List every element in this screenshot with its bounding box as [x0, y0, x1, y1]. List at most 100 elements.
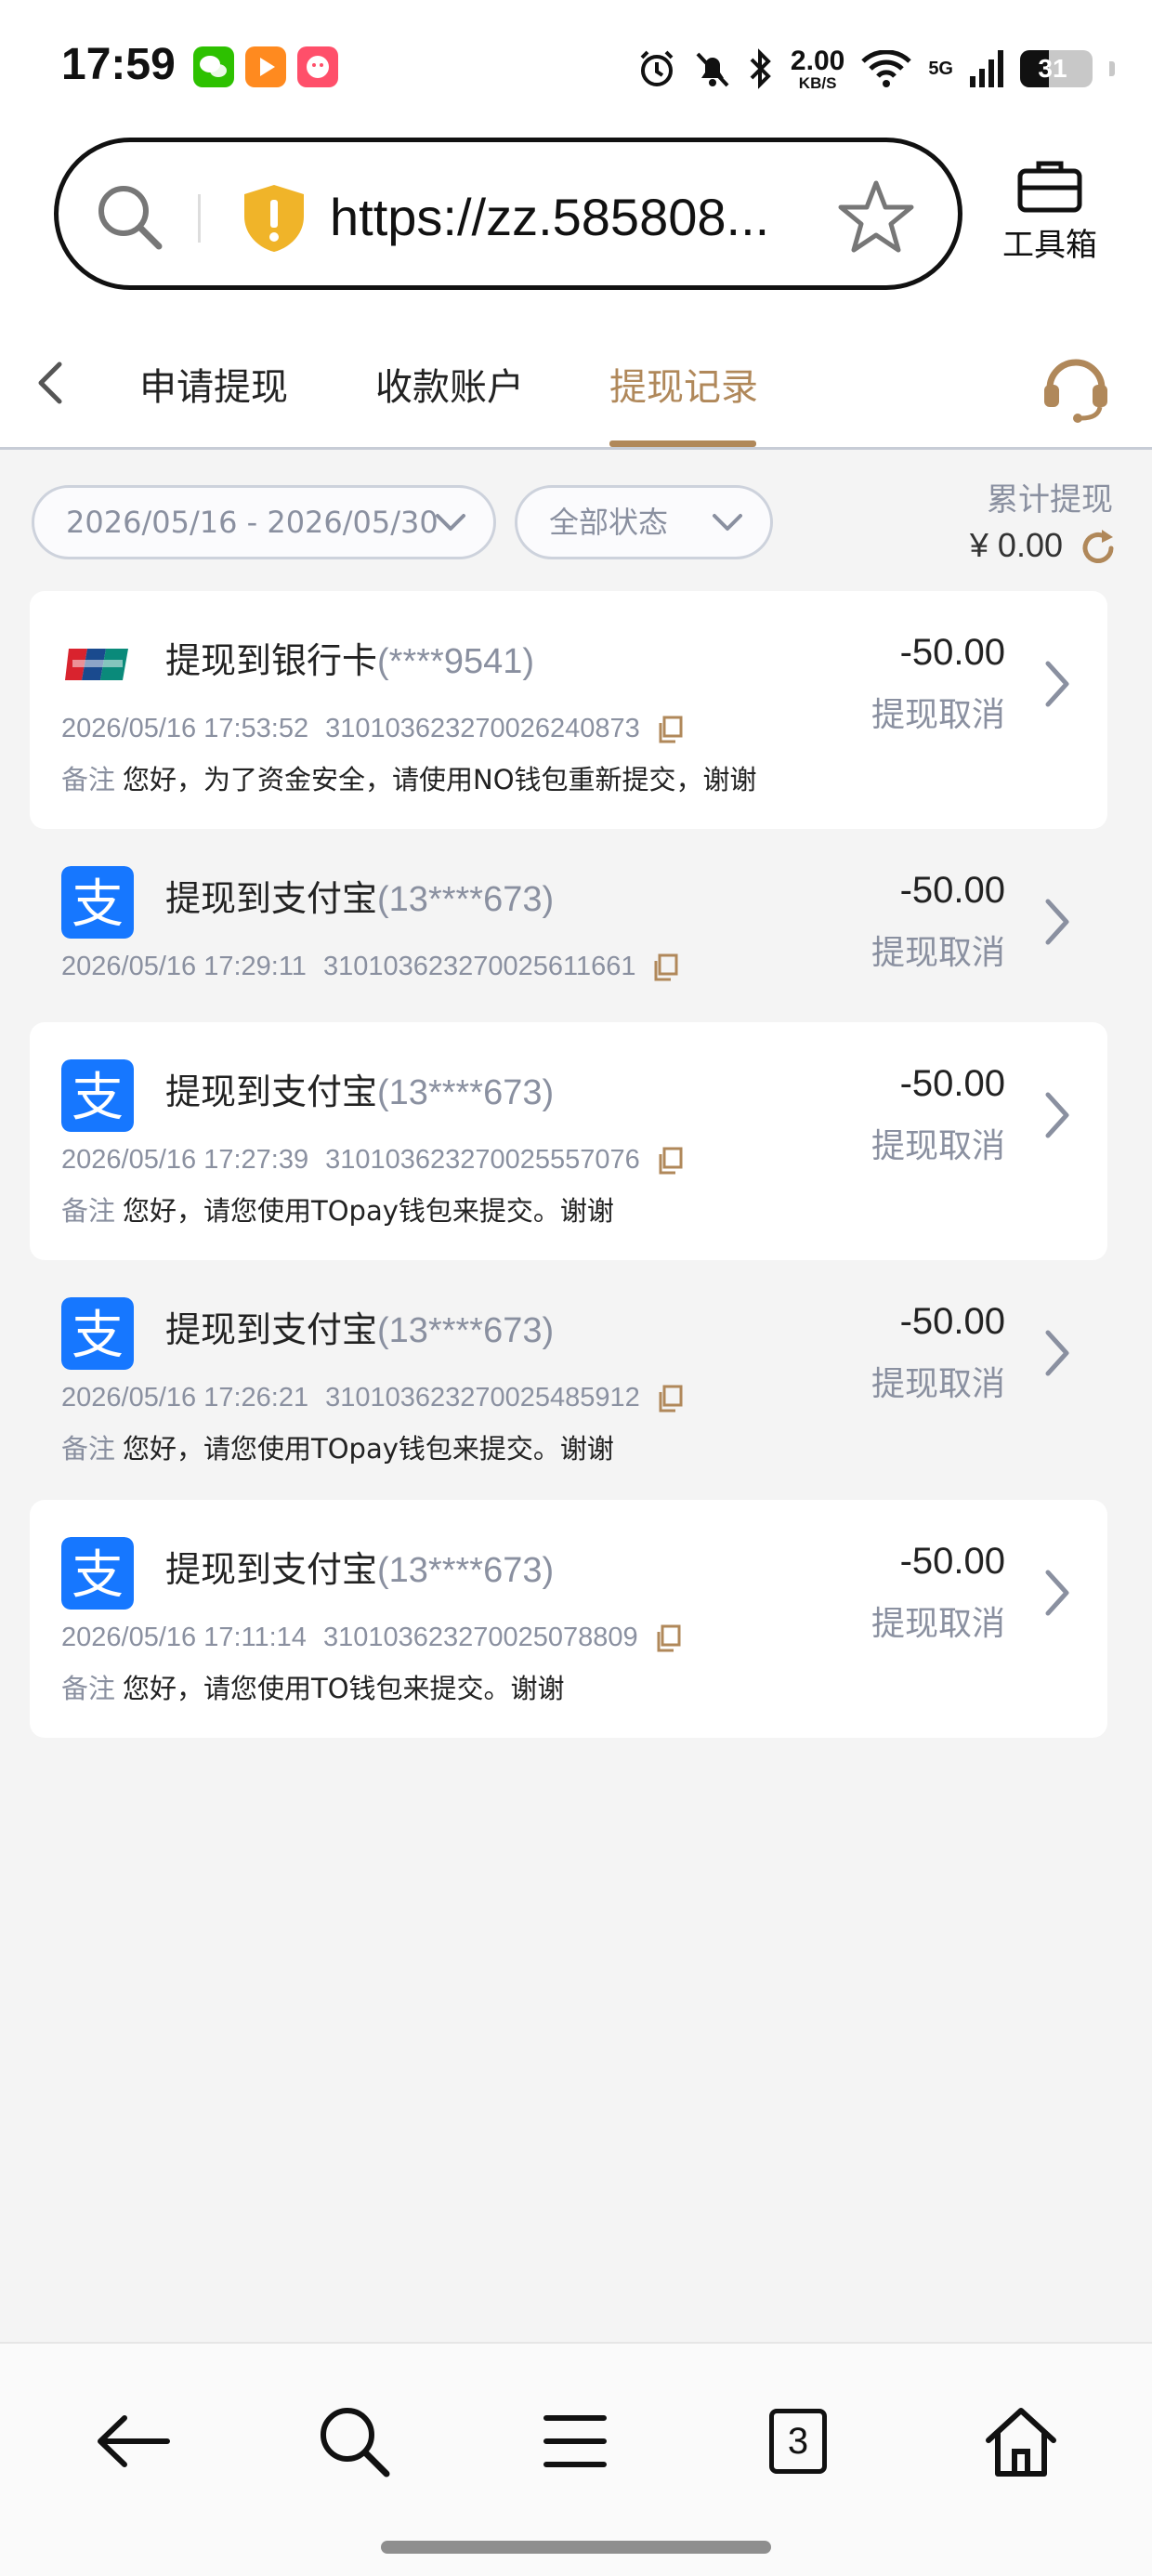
bluetooth-icon	[750, 48, 771, 89]
unionpay-icon	[61, 628, 134, 701]
wifi-icon	[861, 50, 912, 87]
url-bar[interactable]: https://zz.585808...	[54, 138, 962, 290]
bell-muted-icon	[696, 52, 729, 87]
record-amount: -50.00	[899, 1301, 1005, 1342]
customer-service-icon[interactable]	[1039, 349, 1113, 424]
record-status: 提现取消	[871, 1365, 1005, 1403]
record-order-no: 310103623270025485912	[325, 1383, 640, 1413]
refresh-icon[interactable]	[1078, 528, 1119, 569]
home-icon[interactable]	[979, 2399, 1063, 2483]
chevron-right-icon[interactable]	[1041, 894, 1074, 950]
net-speed: 2.00 KB/S	[790, 45, 845, 92]
record-title: 提现到支付宝(13****673)	[165, 1309, 555, 1350]
tab-withdraw-records[interactable]: 提现记录	[609, 357, 758, 450]
shield-warning-icon[interactable]	[241, 183, 308, 254]
record-item[interactable]: 提现到银行卡(****9541) 2026/05/16 17:53:52 310…	[30, 591, 1107, 829]
browser-bar: https://zz.585808... 工具箱	[0, 130, 1152, 316]
battery-icon: 31	[1020, 50, 1093, 87]
star-icon[interactable]	[837, 179, 915, 254]
record-note: 备注 您好，为了资金安全，请使用NO钱包重新提交，谢谢	[61, 764, 757, 795]
toolbox-label: 工具箱	[1002, 227, 1097, 264]
back-arrow-icon[interactable]	[91, 2399, 175, 2483]
copy-icon[interactable]	[655, 1624, 681, 1652]
record-amount: -50.00	[899, 870, 1005, 911]
copy-icon[interactable]	[657, 1147, 683, 1175]
video-app-icon	[245, 46, 286, 87]
alarm-icon	[640, 50, 674, 86]
record-meta: 2026/05/16 17:53:52 31010362327002624087…	[61, 714, 683, 744]
tab-count: 3	[769, 2409, 827, 2474]
record-time: 2026/05/16 17:53:52	[61, 714, 309, 743]
svg-text:支: 支	[72, 1306, 124, 1366]
record-item[interactable]: 支 提现到支付宝(13****673) 2026/05/16 17:29:11 …	[30, 829, 1107, 1022]
svg-text:支: 支	[72, 1068, 124, 1128]
record-status: 提现取消	[871, 1605, 1005, 1643]
back-chevron-icon[interactable]	[28, 357, 74, 409]
record-order-no: 310103623270026240873	[325, 714, 640, 743]
record-order-no: 310103623270025078809	[322, 1623, 638, 1652]
record-order-no: 310103623270025611661	[322, 952, 636, 981]
record-account: (****9541)	[377, 642, 535, 681]
record-item[interactable]: 支 提现到支付宝(13****673) 2026/05/16 17:11:14 …	[30, 1500, 1107, 1738]
svg-text:支: 支	[72, 874, 124, 935]
tabs-icon[interactable]: 3	[756, 2399, 840, 2483]
record-time: 2026/05/16 17:26:21	[61, 1383, 309, 1413]
copy-icon[interactable]	[652, 953, 678, 981]
record-item[interactable]: 支 提现到支付宝(13****673) 2026/05/16 17:27:39 …	[30, 1022, 1107, 1260]
copy-icon[interactable]	[657, 1385, 683, 1413]
alipay-icon: 支	[61, 1059, 134, 1132]
home-indicator[interactable]	[381, 2541, 771, 2554]
search-icon[interactable]	[92, 179, 166, 254]
wechat-icon	[193, 46, 234, 87]
chevron-right-icon[interactable]	[1041, 656, 1074, 712]
status-time: 17:59	[61, 40, 176, 89]
alipay-icon: 支	[61, 1537, 134, 1610]
record-order-no: 310103623270025557076	[325, 1145, 640, 1175]
toolbox-icon	[1017, 161, 1082, 213]
total-withdraw-label: 累计提现	[987, 481, 1113, 519]
record-status: 提现取消	[871, 934, 1005, 972]
record-item[interactable]: 支 提现到支付宝(13****673) 2026/05/16 17:26:21 …	[30, 1260, 1107, 1498]
record-account: (13****673)	[377, 880, 555, 919]
status-filter-text: 全部状态	[549, 505, 669, 540]
date-range-filter[interactable]: 2026/05/16 - 2026/05/30	[32, 485, 496, 559]
signal-label: 5G	[928, 58, 953, 79]
search-icon[interactable]	[312, 2399, 396, 2483]
menu-icon[interactable]	[533, 2399, 617, 2483]
record-status: 提现取消	[871, 1127, 1005, 1165]
record-status: 提现取消	[871, 696, 1005, 734]
date-range-text: 2026/05/16 - 2026/05/30	[66, 505, 439, 540]
record-title: 提现到支付宝(13****673)	[165, 878, 555, 919]
toolbox-button[interactable]: 工具箱	[994, 158, 1106, 279]
copy-icon[interactable]	[657, 716, 683, 743]
url-text[interactable]: https://zz.585808...	[330, 187, 859, 247]
record-time: 2026/05/16 17:11:14	[61, 1623, 307, 1652]
tab-apply-withdraw[interactable]: 申请提现	[139, 357, 288, 450]
tab-payee-account[interactable]: 收款账户	[375, 357, 524, 450]
active-tab-indicator	[609, 440, 756, 447]
record-note: 备注 您好，请您使用TO钱包来提交。谢谢	[61, 1673, 565, 1704]
record-meta: 2026/05/16 17:26:21 31010362327002548591…	[61, 1383, 683, 1413]
status-filter[interactable]: 全部状态	[515, 485, 773, 559]
chevron-down-icon	[436, 514, 465, 531]
tabs-bar: 申请提现 收款账户 提现记录	[0, 316, 1152, 450]
record-note: 备注 您好，请您使用TOpay钱包来提交。谢谢	[61, 1195, 614, 1227]
record-meta: 2026/05/16 17:27:39 31010362327002555707…	[61, 1145, 683, 1176]
record-account: (13****673)	[377, 1311, 555, 1350]
chevron-down-icon	[713, 514, 742, 531]
record-title: 提现到支付宝(13****673)	[165, 1549, 555, 1590]
record-meta: 2026/05/16 17:29:11 31010362327002561166…	[61, 952, 678, 982]
chevron-right-icon[interactable]	[1041, 1325, 1074, 1381]
record-note: 备注 您好，请您使用TOpay钱包来提交。谢谢	[61, 1433, 614, 1465]
total-withdraw-value: ¥ 0.00	[969, 526, 1063, 564]
status-bar: 17:59 2.00 KB/S 5G 31	[0, 0, 1152, 130]
alipay-icon: 支	[61, 1297, 134, 1370]
chevron-right-icon[interactable]	[1041, 1087, 1074, 1143]
record-amount: -50.00	[899, 632, 1005, 673]
chevron-right-icon[interactable]	[1041, 1565, 1074, 1621]
record-title: 提现到支付宝(13****673)	[165, 1071, 555, 1112]
record-amount: -50.00	[899, 1063, 1005, 1104]
signal-icon	[970, 50, 1003, 87]
record-time: 2026/05/16 17:27:39	[61, 1145, 309, 1175]
svg-text:支: 支	[72, 1545, 124, 1606]
